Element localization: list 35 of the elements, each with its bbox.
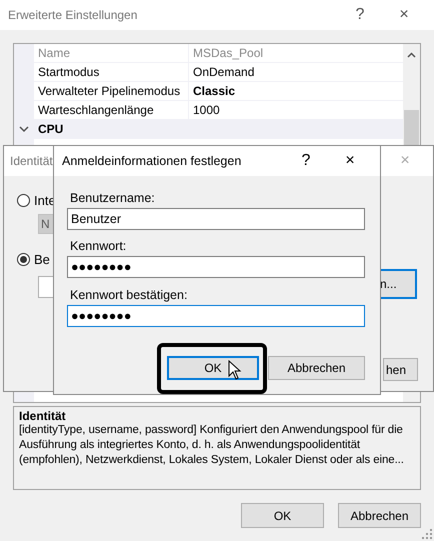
cancel-button[interactable]: Abbrechen bbox=[268, 356, 365, 380]
window-title: Erweiterte Einstellungen bbox=[8, 8, 138, 22]
radio-button[interactable] bbox=[17, 194, 30, 207]
property-value[interactable]: OnDemand bbox=[189, 65, 254, 79]
category-name: CPU bbox=[38, 122, 64, 136]
cancel-button[interactable]: Abbrechen bbox=[338, 503, 421, 528]
description-text: [identityType, username, password] Konfiguriert den Anwendungspool für die Ausführung als integriertes Konto, d. h. als Anwendungspoolidentität (empfohlen), Netzwerkdienst, Lokales System, Lokaler Dienst oder als eine... bbox=[19, 423, 405, 468]
mouse-cursor-icon bbox=[228, 360, 242, 380]
radio-label[interactable]: Be bbox=[34, 252, 50, 267]
input-field[interactable]: Benutzer bbox=[67, 208, 365, 230]
help-button[interactable]: ? bbox=[284, 152, 328, 170]
property-value[interactable]: Classic bbox=[189, 84, 236, 98]
radio-button[interactable] bbox=[17, 253, 30, 266]
dialog-button[interactable]: hen bbox=[383, 358, 418, 381]
close-button[interactable]: × bbox=[328, 152, 372, 170]
property-name: Name bbox=[14, 44, 189, 62]
description-title: Identität bbox=[19, 409, 67, 423]
field-label: Kennwort: bbox=[70, 239, 126, 253]
scroll-up-icon[interactable] bbox=[407, 52, 416, 58]
input-field[interactable]: ●●●●●●●● bbox=[67, 305, 365, 327]
chevron-icon[interactable] bbox=[19, 124, 29, 134]
property-name: Startmodus bbox=[14, 63, 189, 81]
ok-button[interactable]: OK bbox=[167, 356, 259, 380]
resize-grip-icon[interactable] bbox=[422, 529, 432, 539]
property-name: Verwalteter Pipelinemodus bbox=[14, 82, 189, 100]
ok-button[interactable]: OK bbox=[241, 503, 324, 528]
close-button[interactable]: × bbox=[382, 6, 426, 24]
help-button[interactable]: ? bbox=[338, 6, 382, 24]
property-name: Warteschlangenlänge bbox=[14, 101, 189, 119]
window-title: Identität bbox=[10, 154, 53, 168]
property-value[interactable]: 1000 bbox=[189, 103, 220, 117]
field-label: Benutzername: bbox=[70, 191, 155, 205]
window-title: Anmeldeinformationen festlegen bbox=[62, 154, 242, 168]
field-label: Kennwort bestätigen: bbox=[70, 288, 188, 302]
input-field[interactable]: ●●●●●●●● bbox=[67, 256, 365, 278]
